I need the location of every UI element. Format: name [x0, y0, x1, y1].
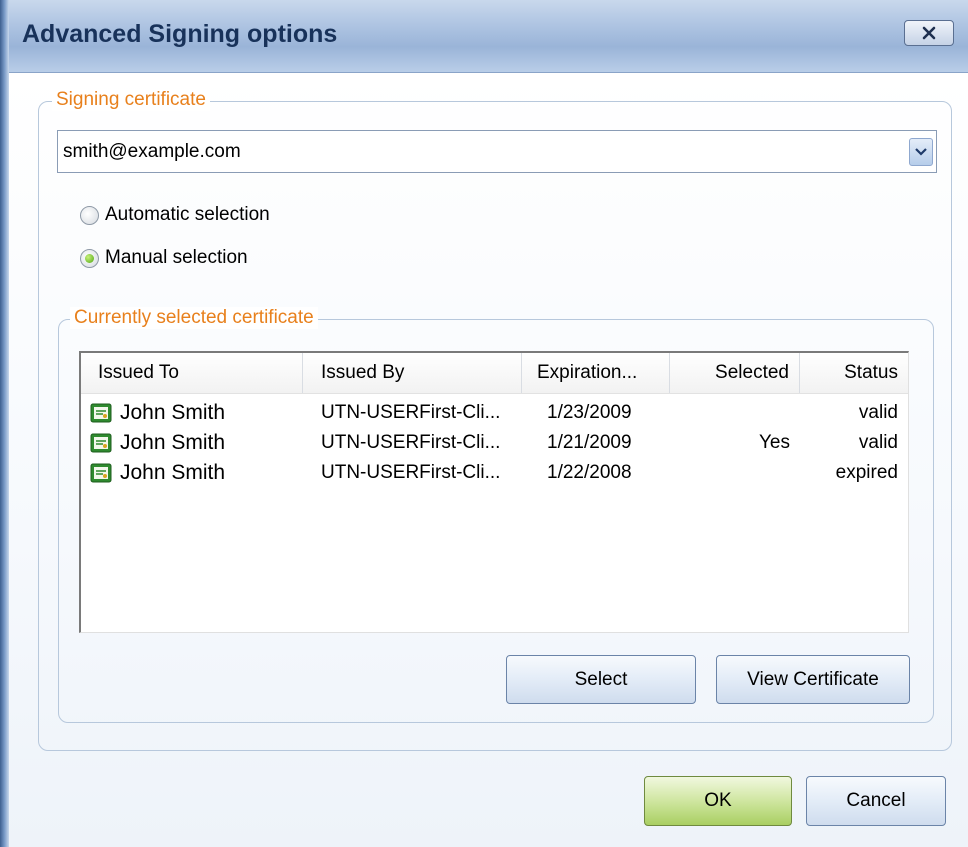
close-icon [922, 26, 936, 40]
issued-to-text: John Smith [120, 461, 226, 484]
signing-certificate-legend: Signing certificate [52, 89, 210, 111]
column-expiration[interactable]: Expiration... [522, 353, 670, 393]
window-frame-left [0, 0, 9, 847]
cell-status: expired [835, 462, 898, 483]
cell-issued-by: UTN-USERFirst-Cli... [321, 432, 501, 453]
cell-expiration: 1/21/2009 [547, 432, 632, 453]
cell-expiration: 1/23/2009 [547, 402, 632, 423]
cell-status: valid [858, 432, 898, 453]
table-row[interactable]: John Smith UTN-USERFirst-Cli... 1/22/200… [81, 458, 908, 488]
cell-issued-to: John Smith [90, 398, 300, 428]
cell-expiration: 1/22/2008 [547, 462, 632, 483]
column-issued-by[interactable]: Issued By [303, 353, 522, 393]
cell-status: valid [858, 402, 898, 423]
dialog-title: Advanced Signing options [22, 20, 338, 48]
certificate-icon [90, 433, 112, 453]
column-issued-to[interactable]: Issued To [81, 353, 303, 393]
table-row[interactable]: John Smith UTN-USERFirst-Cli... 1/23/200… [81, 398, 908, 428]
radio-button-unchecked[interactable] [80, 205, 99, 225]
certificate-icon [90, 463, 112, 483]
column-selected[interactable]: Selected [670, 353, 800, 393]
cancel-button[interactable]: Cancel [806, 776, 946, 826]
cell-issued-by: UTN-USERFirst-Cli... [321, 402, 501, 423]
automatic-selection-label: Automatic selection [105, 204, 270, 225]
cell-selected [670, 458, 790, 488]
close-button[interactable] [904, 20, 954, 46]
cell-issued-to: John Smith [90, 428, 300, 458]
current-certificate-legend: Currently selected certificate [70, 307, 318, 329]
issued-to-text: John Smith [120, 401, 226, 424]
title-bar[interactable]: Advanced Signing options [0, 0, 968, 73]
manual-selection-label: Manual selection [105, 247, 248, 268]
table-row[interactable]: John Smith UTN-USERFirst-Cli... 1/21/200… [81, 428, 908, 458]
radio-button-checked[interactable] [80, 248, 99, 268]
certificate-icon [90, 403, 112, 423]
chevron-down-icon [915, 148, 927, 156]
cell-selected: Yes [759, 432, 790, 453]
cell-issued-to: John Smith [90, 458, 300, 488]
manual-selection-radio[interactable]: Manual selection [80, 247, 248, 269]
issued-to-text: John Smith [120, 431, 226, 454]
certificate-list[interactable]: Issued To Issued By Expiration... Select… [79, 351, 909, 633]
automatic-selection-radio[interactable]: Automatic selection [80, 204, 270, 226]
advanced-signing-dialog: Advanced Signing options Signing certifi… [0, 0, 968, 847]
view-certificate-button[interactable]: View Certificate [716, 655, 910, 704]
cell-selected [670, 398, 790, 428]
list-header: Issued To Issued By Expiration... Select… [81, 353, 908, 394]
certificate-combobox[interactable]: smith@example.com [57, 130, 937, 173]
select-button[interactable]: Select [506, 655, 696, 704]
combobox-dropdown-button[interactable] [909, 138, 933, 166]
certificate-combobox-value: smith@example.com [63, 141, 241, 162]
cell-issued-by: UTN-USERFirst-Cli... [321, 462, 501, 483]
ok-button[interactable]: OK [644, 776, 792, 826]
column-status[interactable]: Status [800, 353, 908, 393]
